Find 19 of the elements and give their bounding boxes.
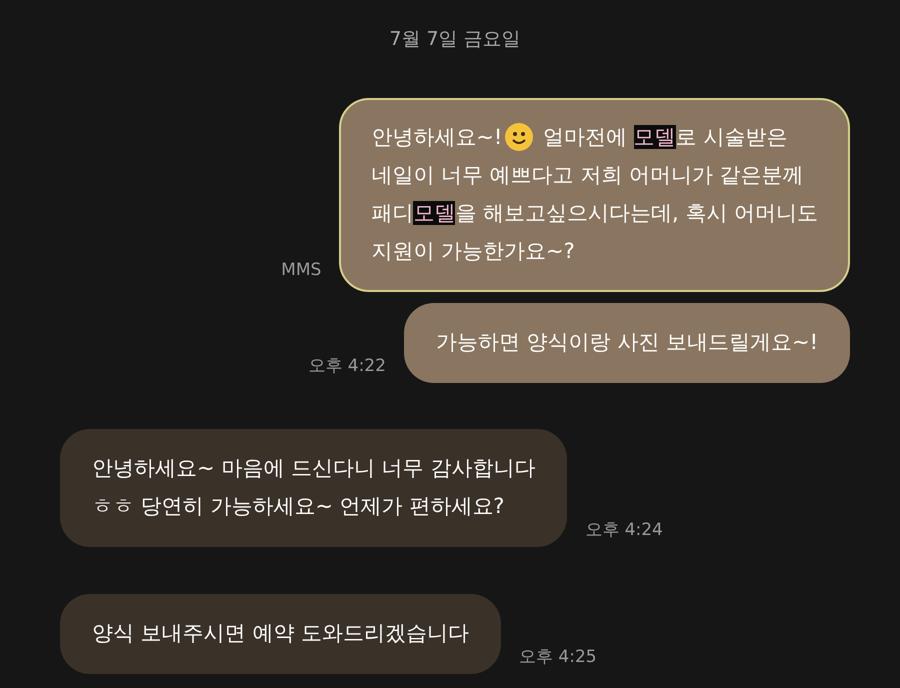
message-text: 네일이 너무 예쁘다고 저희 어머니가 같은분께 (371, 162, 804, 189)
message-bubble[interactable]: 가능하면 양식이랑 사진 보내드릴게요~! (404, 303, 850, 383)
message-text: 안녕하세요~! (371, 124, 502, 151)
message-text: 양식 보내주시면 예약 도와드리겠습니다 (92, 620, 470, 647)
message-bubble[interactable]: 양식 보내주시면 예약 도와드리겠습니다 (60, 594, 502, 674)
message-text: 패디 모델을 해보고싶으시다는데, 혹시 어머니도 (371, 200, 818, 227)
message-time: 오후 4:22 (308, 355, 386, 377)
message-time: 오후 4:24 (585, 519, 663, 541)
message-text: 안녕하세요~ 마음에 드신다니 너무 감사합니다 (92, 455, 536, 482)
message-bubble[interactable]: 안녕하세요~ 마음에 드신다니 너무 감사합니다 ㅎㅎ 당연히 가능하세요~ 언제가 편하세요? (60, 429, 568, 547)
message-type-label: MMS (281, 260, 322, 280)
date-divider: 7월 7일 금요일 (389, 27, 521, 52)
message-bubble[interactable]: 안녕하세요~! 얼마전에 모델로 시술받은 네일이 너무 예쁘다고 저희 어머니가 같은분께 패디 모델을 해보고싶으시다는데, 혹시 어머니도 지원이 가능한가요~? (339, 98, 850, 292)
message-text: 가능하면 양식이랑 사진 보내드릴게요~! (436, 329, 818, 356)
message-text: 얼마전에 모델로 시술받은 (542, 124, 788, 151)
message-time: 오후 4:25 (519, 646, 597, 668)
message-text: 지원이 가능한가요~? (371, 238, 575, 265)
message-text: ㅎㅎ 당연히 가능하세요~ 언제가 편하세요? (92, 493, 504, 520)
smiley-icon (504, 122, 534, 152)
